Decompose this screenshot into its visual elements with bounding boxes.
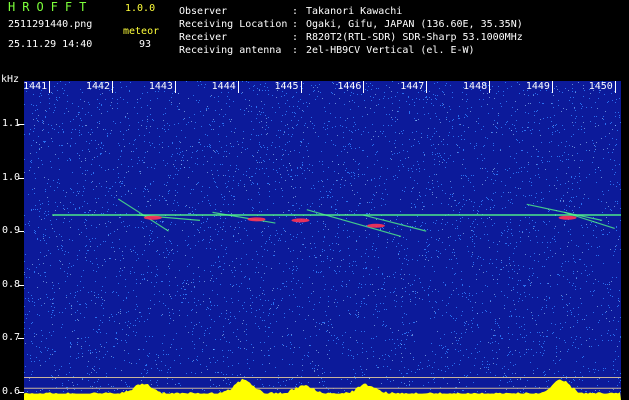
x-tick [300, 81, 302, 93]
noise-speckle [24, 81, 621, 400]
x-tick-label: 1441 [23, 81, 48, 92]
meteor-hotspot [558, 215, 577, 220]
meteor-echo [306, 209, 402, 238]
app-logo: HROFFT [8, 0, 94, 14]
info-row-observer: Observer: Takanori Kawachi [179, 6, 403, 17]
x-tick [426, 81, 428, 93]
y-unit-label: kHz [1, 74, 20, 85]
x-tick [551, 81, 553, 93]
x-tick-label: 1446 [337, 81, 362, 92]
x-tick [49, 81, 51, 93]
meteor-count: 93 [139, 39, 152, 50]
x-tick [111, 81, 113, 93]
info-row-antenna: Receiving antenna: 2el-HB9CV Vertical (e… [179, 45, 475, 56]
x-tick-label: 1447 [400, 81, 425, 92]
x-tick-label: 1442 [85, 81, 111, 92]
x-tick [237, 81, 239, 93]
spectrogram-canvas [24, 81, 621, 400]
x-tick-label: 1449 [525, 81, 550, 92]
x-tick-label: 1450 [588, 81, 613, 92]
x-tick [363, 81, 365, 93]
x-tick-label: 1445 [274, 81, 299, 92]
x-tick-label: 1443 [148, 81, 173, 92]
info-row-location: Receiving Location: Ogaki, Gifu, JAPAN (… [179, 19, 523, 30]
x-tick-label: 1444 [211, 81, 236, 92]
spectrogram [24, 81, 621, 400]
app-version: 1.0.0 [125, 3, 156, 14]
y-tick-label: 1.0 [2, 171, 21, 183]
y-tick-label: 1.1 [2, 117, 21, 129]
x-tick-label: 1448 [463, 81, 488, 92]
header: HROFFT 1.0.0 2511291440.png 25.11.29 14:… [0, 0, 629, 74]
x-tick [174, 81, 176, 93]
meteor-hotspot [143, 215, 162, 220]
station-info: Observer: Takanori Kawachi Receiving Loc… [179, 5, 523, 57]
meteor-hotspot [247, 217, 266, 222]
meteor-label: meteor [123, 26, 160, 37]
info-row-receiver: Receiver: R820T2(RTL-SDR) SDR-Sharp 53.1… [179, 32, 523, 43]
meteor-hotspot [291, 218, 310, 223]
y-tick-label: 0.6 [2, 385, 21, 397]
x-tick [489, 81, 491, 93]
y-tick-label: 0.9 [2, 225, 21, 237]
filename: 2511291440.png [8, 19, 93, 30]
y-tick-label: 0.8 [2, 278, 21, 290]
meteor-hotspot [366, 223, 385, 228]
x-tick [614, 81, 616, 93]
datetime: 25.11.29 14:40 [8, 39, 93, 50]
y-tick-label: 0.7 [2, 332, 21, 344]
